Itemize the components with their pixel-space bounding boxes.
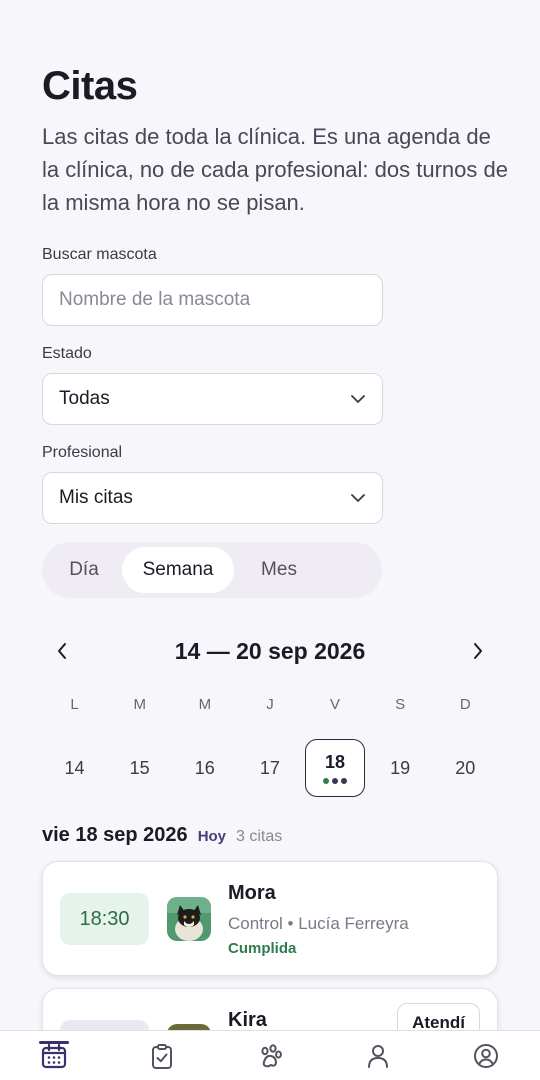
nav-calendar[interactable] bbox=[24, 1031, 84, 1080]
calendar-icon bbox=[41, 1043, 67, 1068]
pet-name: Kira bbox=[228, 1009, 267, 1030]
professional-label: Profesional bbox=[42, 444, 123, 461]
appointment-card[interactable]: 18:30 Mora Control • Lucía Ferreyra Cump… bbox=[42, 861, 498, 976]
appointment-dots bbox=[323, 778, 348, 784]
next-week-button[interactable] bbox=[458, 631, 498, 671]
previous-week-button[interactable] bbox=[42, 631, 82, 671]
page-subtitle: Las citas de toda la clínica. Es una age… bbox=[42, 124, 508, 215]
nav-account[interactable] bbox=[456, 1031, 516, 1080]
tab-month[interactable]: Mes bbox=[234, 547, 324, 593]
chevron-left-icon bbox=[58, 643, 66, 659]
appointment-count: 3 citas bbox=[236, 828, 283, 845]
calendar-day-selected[interactable]: 18 bbox=[305, 739, 366, 797]
appointment-status: Cumplida bbox=[228, 940, 297, 957]
day-number: 18 bbox=[325, 752, 346, 772]
appointment-dot bbox=[323, 778, 330, 784]
day-number: 16 bbox=[194, 757, 215, 778]
weekday-label: D bbox=[459, 696, 471, 713]
day-summary: vie 18 sep 2026 Hoy 3 citas bbox=[42, 824, 282, 847]
search-field[interactable] bbox=[42, 274, 383, 326]
status-select[interactable]: Todas bbox=[42, 373, 383, 425]
appointment-dot bbox=[332, 778, 339, 784]
day-number: 20 bbox=[455, 757, 476, 778]
professional-select-value: Mis citas bbox=[59, 487, 133, 508]
day-number: 19 bbox=[390, 757, 411, 778]
chevron-down-icon bbox=[350, 391, 366, 407]
account-circle-icon bbox=[474, 1043, 498, 1068]
calendar-day[interactable]: 16 bbox=[175, 739, 235, 797]
bottom-navigation bbox=[0, 1030, 540, 1080]
appointment-dot bbox=[341, 778, 348, 784]
professional-select[interactable]: Mis citas bbox=[42, 472, 383, 524]
clipboard-check-icon bbox=[152, 1043, 172, 1069]
paw-icon bbox=[261, 1043, 282, 1067]
day-number: 17 bbox=[259, 757, 280, 778]
status-select-value: Todas bbox=[59, 388, 110, 409]
appointment-card[interactable]: Kira Atendí bbox=[42, 988, 498, 1030]
day-number: 14 bbox=[64, 757, 85, 778]
appointment-time bbox=[60, 1020, 149, 1030]
nav-records[interactable] bbox=[132, 1031, 192, 1080]
weekday-label: L bbox=[70, 696, 79, 713]
tab-day[interactable]: Día bbox=[46, 547, 122, 593]
chevron-right-icon bbox=[474, 643, 482, 659]
day-number: 15 bbox=[129, 757, 150, 778]
calendar-day[interactable]: 15 bbox=[110, 739, 170, 797]
weekday-label: S bbox=[395, 696, 406, 713]
selected-date: vie 18 sep 2026 bbox=[42, 824, 188, 846]
chevron-down-icon bbox=[350, 490, 366, 506]
weekday-label: J bbox=[266, 696, 274, 713]
attend-button[interactable]: Atendí bbox=[397, 1003, 480, 1030]
calendar-day[interactable]: 20 bbox=[435, 739, 495, 797]
calendar-day[interactable]: 14 bbox=[45, 739, 105, 797]
weekday-header: L M M J V S D bbox=[42, 696, 498, 713]
weekday-label: M bbox=[133, 696, 146, 713]
search-input[interactable] bbox=[59, 289, 366, 311]
search-label: Buscar mascota bbox=[42, 246, 157, 263]
appointment-detail: Control • Lucía Ferreyra bbox=[228, 914, 409, 933]
weekday-label: V bbox=[330, 696, 341, 713]
week-range: 14 — 20 sep 2026 bbox=[174, 637, 366, 664]
week-days: 14 15 16 17 18 19 20 bbox=[42, 738, 498, 798]
weekday-label: M bbox=[198, 696, 212, 713]
tab-week[interactable]: Semana bbox=[122, 547, 234, 593]
appointment-time: 18:30 bbox=[60, 893, 149, 945]
calendar-day[interactable]: 19 bbox=[370, 739, 430, 797]
nav-pets[interactable] bbox=[240, 1031, 300, 1080]
pet-avatar bbox=[167, 897, 211, 941]
view-toggle: Día Semana Mes bbox=[42, 542, 382, 598]
page-title: Citas bbox=[42, 64, 138, 108]
status-label: Estado bbox=[42, 345, 92, 362]
calendar-day[interactable]: 17 bbox=[240, 739, 300, 797]
person-icon bbox=[368, 1044, 388, 1068]
nav-people[interactable] bbox=[348, 1031, 408, 1080]
week-navigation: 14 — 20 sep 2026 bbox=[42, 628, 498, 674]
appointments-page: Citas Las citas de toda la clínica. Es u… bbox=[0, 0, 540, 1030]
pet-name: Mora bbox=[228, 882, 276, 904]
today-badge: Hoy bbox=[197, 828, 227, 845]
